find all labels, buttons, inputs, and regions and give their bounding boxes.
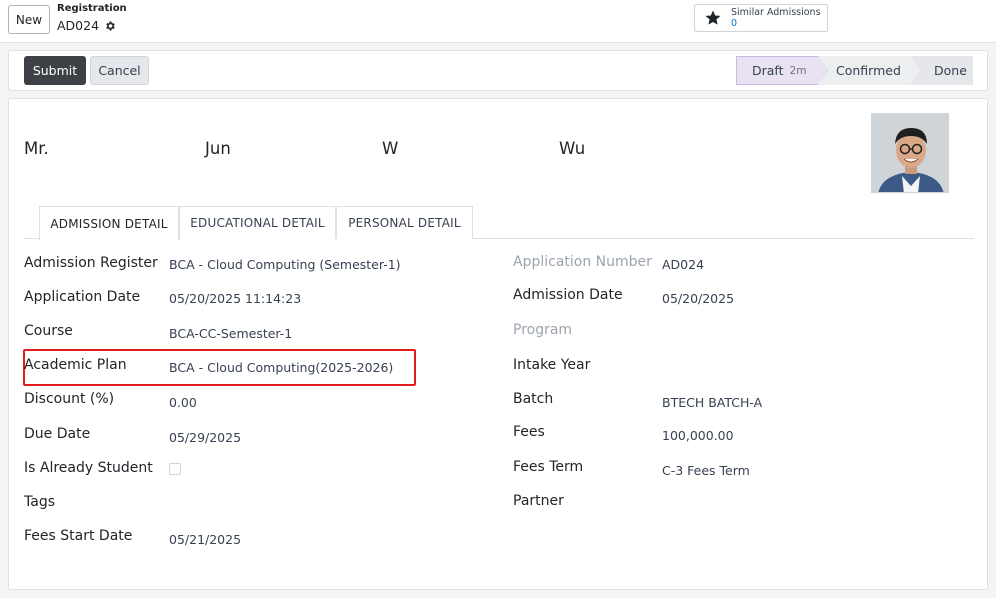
tab-admission-detail[interactable]: ADMISSION DETAIL (39, 206, 179, 240)
new-button[interactable]: New (8, 5, 50, 34)
admission-register-field[interactable]: BCA - Cloud Computing (Semester-1) (169, 257, 401, 272)
title-field[interactable]: Mr. (24, 139, 49, 158)
label-intake-year: Intake Year (513, 357, 591, 373)
label-admission-register: Admission Register (24, 255, 158, 271)
submit-button[interactable]: Submit (24, 56, 86, 85)
tags-field[interactable] (169, 496, 409, 514)
batch-field[interactable]: BTECH BATCH-A (662, 395, 762, 410)
notebook-tabs: ADMISSION DETAIL EDUCATIONAL DETAIL PERS… (24, 206, 974, 240)
stage-label: Draft (752, 63, 784, 78)
label-application-date: Application Date (24, 289, 141, 305)
breadcrumb-current: AD024 (57, 18, 116, 33)
label-course: Course (24, 323, 73, 339)
intake-year-field[interactable] (662, 360, 962, 378)
smart-button-label: Similar Admissions (731, 7, 821, 18)
fees-start-date-field[interactable]: 05/21/2025 (169, 532, 241, 547)
label-discount: Discount (%) (24, 391, 115, 407)
star-icon (705, 10, 721, 25)
label-is-already-student: Is Already Student (24, 460, 153, 476)
admission-date-field[interactable]: 05/20/2025 (662, 291, 734, 306)
academic-plan-field[interactable]: BCA - Cloud Computing(2025-2026) (169, 360, 393, 375)
stage-confirmed[interactable]: Confirmed (816, 56, 920, 85)
tab-educational-detail[interactable]: EDUCATIONAL DETAIL (179, 206, 336, 239)
fees-term-field[interactable]: C-3 Fees Term (662, 463, 750, 478)
control-panel: New Registration AD024 Similar Admission… (0, 0, 996, 43)
discount-field[interactable]: 0.00 (169, 395, 197, 410)
course-field[interactable]: BCA-CC-Semester-1 (169, 326, 292, 341)
label-batch: Batch (513, 391, 554, 407)
label-fees: Fees (513, 424, 545, 440)
last-name-field[interactable]: Wu (559, 139, 585, 158)
label-partner: Partner (513, 493, 564, 509)
cancel-button[interactable]: Cancel (90, 56, 149, 85)
label-admission-date: Admission Date (513, 287, 623, 303)
label-application-number: Application Number (513, 254, 652, 270)
gear-icon[interactable] (104, 20, 116, 32)
fees-field[interactable]: 100,000.00 (662, 428, 734, 443)
stage-label: Confirmed (836, 63, 901, 78)
label-program: Program (513, 322, 573, 338)
smart-button-count: 0 (731, 18, 738, 29)
form-sheet: Mr. Jun W Wu ADMISSION DETAIL EDUCATIONA… (8, 98, 988, 590)
form-statusbar: Submit Cancel Done Confirmed Draft 2m (8, 50, 988, 91)
application-date-field[interactable]: 05/20/2025 11:14:23 (169, 291, 301, 306)
stage-draft[interactable]: Draft 2m (736, 56, 828, 85)
program-field (662, 325, 962, 343)
tab-personal-detail[interactable]: PERSONAL DETAIL (336, 206, 473, 239)
due-date-field[interactable]: 05/29/2025 (169, 430, 241, 445)
partner-field[interactable] (662, 496, 962, 514)
stage-label: Done (934, 63, 967, 78)
label-fees-term: Fees Term (513, 459, 584, 475)
label-due-date: Due Date (24, 426, 91, 442)
is-already-student-checkbox[interactable] (169, 463, 181, 475)
breadcrumb-parent[interactable]: Registration (57, 3, 127, 14)
stage-duration: 2m (789, 64, 807, 77)
application-number-field: AD024 (662, 257, 705, 272)
first-name-field[interactable]: Jun (205, 139, 231, 158)
similar-admissions-button[interactable]: Similar Admissions 0 (694, 4, 828, 32)
label-tags: Tags (24, 494, 55, 510)
middle-name-field[interactable]: W (382, 139, 398, 158)
status-stages: Done Confirmed Draft 2m (736, 56, 973, 85)
label-academic-plan: Academic Plan (24, 357, 127, 373)
record-name: AD024 (57, 18, 100, 33)
avatar[interactable] (871, 113, 949, 193)
label-fees-start-date: Fees Start Date (24, 528, 133, 544)
